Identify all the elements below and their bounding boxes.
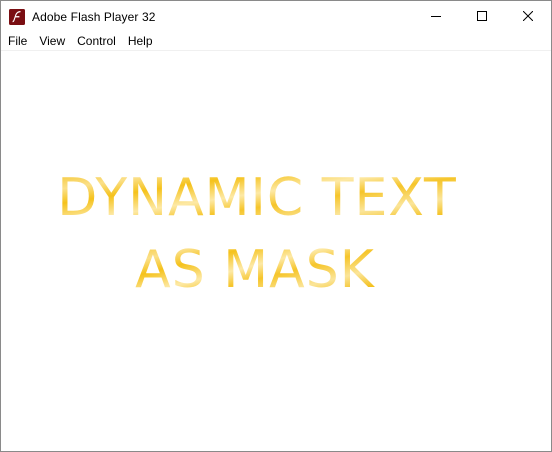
menu-control[interactable]: Control: [71, 32, 122, 50]
menu-help[interactable]: Help: [122, 32, 159, 50]
flash-player-window: Adobe Flash Player 32 File View Control …: [0, 0, 552, 452]
close-icon: [523, 11, 533, 21]
maximize-button[interactable]: [459, 1, 505, 31]
window-controls: [413, 1, 551, 31]
flash-player-icon: [9, 8, 25, 25]
flash-stage[interactable]: DYNAMIC TEXT AS MASK: [1, 51, 551, 451]
minimize-button[interactable]: [413, 1, 459, 31]
stage-canvas: DYNAMIC TEXT AS MASK: [57, 168, 457, 300]
maximize-icon: [477, 11, 487, 21]
menu-bar: File View Control Help: [1, 32, 551, 50]
mask-text-line-2: AS MASK: [135, 240, 376, 300]
window-title: Adobe Flash Player 32: [32, 9, 156, 24]
menu-file[interactable]: File: [2, 32, 33, 50]
minimize-icon: [431, 16, 441, 17]
mask-text-line-1: DYNAMIC TEXT: [57, 168, 457, 228]
title-bar[interactable]: Adobe Flash Player 32: [1, 1, 551, 32]
close-button[interactable]: [505, 1, 551, 31]
menu-view[interactable]: View: [33, 32, 71, 50]
